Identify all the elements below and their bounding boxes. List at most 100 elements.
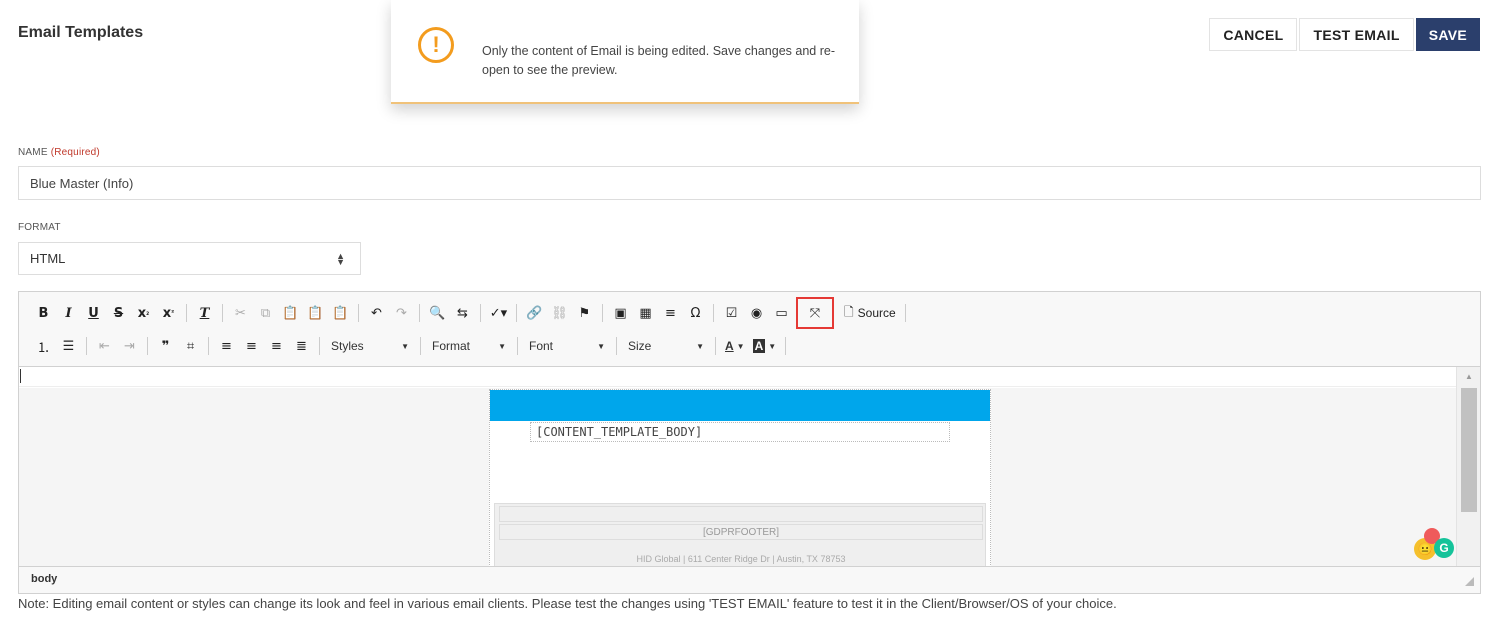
subscript-icon[interactable]: x₂ [131, 302, 156, 324]
toolbar-separator [147, 337, 148, 355]
align-center-icon[interactable]: ≡ [239, 335, 264, 357]
styles-label: Styles [331, 339, 364, 353]
align-left-icon[interactable]: ≡ [214, 335, 239, 357]
cancel-button[interactable]: CANCEL [1209, 18, 1298, 51]
strikethrough-icon[interactable]: S [106, 302, 131, 324]
numbered-list-icon[interactable]: ⒈ [31, 335, 56, 357]
link-icon[interactable]: 🔗 [522, 302, 547, 324]
email-preview: [CONTENT_TEMPLATE_BODY] [GDPRFOOTER] HID… [489, 389, 991, 566]
grammarly-icon[interactable]: G [1434, 538, 1454, 558]
resize-handle-icon[interactable] [1465, 577, 1474, 586]
spellcheck-icon[interactable]: ✓▾ [486, 302, 511, 324]
editor-cursor-line[interactable] [19, 367, 1480, 387]
bold-icon[interactable]: B [31, 302, 56, 324]
editor-statusbar: body [19, 566, 1480, 593]
format-select[interactable]: HTML ▲ ▼ [18, 242, 361, 275]
test-email-button[interactable]: TEST EMAIL [1299, 18, 1414, 51]
source-button[interactable]: 🗋 Source [840, 303, 900, 324]
source-label: Source [857, 306, 896, 320]
scroll-up-icon[interactable]: ▲ [1465, 372, 1473, 381]
caret-down-icon: ▼ [498, 341, 506, 351]
toolbar-separator [516, 304, 517, 322]
background-color-icon: A [752, 339, 766, 353]
styles-dropdown[interactable]: Styles ▼ [325, 335, 415, 357]
remove-format-icon[interactable]: T [192, 302, 217, 324]
size-dropdown[interactable]: Size ▼ [622, 335, 710, 357]
indent-icon[interactable]: ⇥ [117, 335, 142, 357]
toolbar-separator [186, 304, 187, 322]
document-icon: 🗋 [844, 304, 854, 319]
redo-icon[interactable]: ↷ [389, 302, 414, 324]
copy-icon[interactable]: ⧉ [253, 302, 278, 324]
table-icon[interactable]: ▦ [633, 302, 658, 324]
required-marker: (Required) [50, 147, 100, 158]
exclamation-circle-icon: ! [418, 27, 454, 63]
cut-icon[interactable]: ✂ [228, 302, 253, 324]
underline-icon[interactable]: U [81, 302, 106, 324]
replace-icon[interactable]: ⇆ [450, 302, 475, 324]
textfield-icon[interactable]: ▭ [769, 302, 794, 324]
toolbar-separator [517, 337, 518, 355]
toolbar-separator [785, 337, 787, 355]
editor-toolbar: B I U S x₂ x² T ✂ ⧉ 📋 📋 📋 ↶ ↷ 🔍 ⇆ ✓▾ 🔗 ⛓ [19, 292, 1480, 367]
paste-icon[interactable]: 📋 [278, 302, 303, 324]
page-title: Email Templates [18, 24, 144, 41]
element-path[interactable]: body [31, 573, 57, 585]
align-right-icon[interactable]: ≡ [264, 335, 289, 357]
unlink-icon[interactable]: ⛓ [547, 302, 572, 324]
toolbar-separator [86, 337, 87, 355]
superscript-icon[interactable]: x² [156, 302, 181, 324]
bulleted-list-icon[interactable]: ☰ [56, 335, 81, 357]
toolbar-separator [419, 304, 420, 322]
background-color-button[interactable]: A ▼ [749, 339, 781, 353]
toolbar-separator [420, 337, 421, 355]
image-icon[interactable]: ▣ [608, 302, 633, 324]
toolbar-row-1: B I U S x₂ x² T ✂ ⧉ 📋 📋 📋 ↶ ↷ 🔍 ⇆ ✓▾ 🔗 ⛓ [31, 297, 1472, 329]
caret-down-icon: ▼ [401, 341, 409, 351]
radio-icon[interactable]: ◉ [744, 302, 769, 324]
caret-down-icon: ▼ [696, 341, 704, 351]
toast-message: Only the content of Email is being edite… [482, 44, 835, 77]
text-color-button[interactable]: A ▼ [721, 339, 749, 353]
horizontal-line-icon[interactable]: ≡ [658, 302, 683, 324]
find-icon[interactable]: 🔍 [425, 302, 450, 324]
anchor-flag-icon[interactable]: ⚑ [572, 302, 597, 324]
div-container-icon[interactable]: ⌗ [178, 335, 203, 357]
paste-word-icon[interactable]: 📋 [328, 302, 353, 324]
italic-icon[interactable]: I [56, 302, 81, 324]
email-header-bar [490, 390, 990, 421]
align-justify-icon[interactable]: ≣ [289, 335, 314, 357]
toolbar-row-2: ⒈ ☰ ⇤ ⇥ ❞ ⌗ ≡ ≡ ≡ ≣ Styles ▼ Format ▼ Font… [31, 334, 1472, 358]
caret-down-icon: ▼ [597, 341, 605, 351]
name-input[interactable]: Blue Master (Info) [18, 166, 1481, 200]
font-dropdown[interactable]: Font ▼ [523, 335, 611, 357]
format-dropdown[interactable]: Format ▼ [426, 335, 512, 357]
name-label-text: NAME [18, 147, 48, 158]
checkbox-icon[interactable]: ☑ [719, 302, 744, 324]
toolbar-separator [616, 337, 617, 355]
text-color-icon: A [725, 339, 734, 353]
toolbar-separator [715, 337, 716, 355]
editor-content-area[interactable]: [CONTENT_TEMPLATE_BODY] [GDPRFOOTER] HID… [19, 388, 1480, 566]
maximize-icon[interactable]: ⤧ [796, 297, 834, 329]
editor-scrollbar[interactable]: ▲ [1456, 367, 1480, 566]
scroll-thumb[interactable] [1461, 388, 1477, 512]
toolbar-separator [319, 337, 320, 355]
paste-text-icon[interactable]: 📋 [303, 302, 328, 324]
toolbar-separator [358, 304, 359, 322]
gdpr-footer: [GDPRFOOTER] [499, 524, 983, 540]
toolbar-separator [713, 304, 714, 322]
rich-text-editor: B I U S x₂ x² T ✂ ⧉ 📋 📋 📋 ↶ ↷ 🔍 ⇆ ✓▾ 🔗 ⛓ [18, 291, 1481, 594]
special-char-icon[interactable]: Ω [683, 302, 708, 324]
undo-icon[interactable]: ↶ [364, 302, 389, 324]
outdent-icon[interactable]: ⇤ [92, 335, 117, 357]
top-actions: CANCEL TEST EMAIL SAVE [1209, 18, 1480, 51]
format-dropdown-label: Format [432, 339, 471, 353]
blockquote-icon[interactable]: ❞ [153, 335, 178, 357]
size-label: Size [628, 339, 652, 353]
format-label: FORMAT [18, 222, 61, 233]
caret-down-icon: ▼ [768, 341, 777, 351]
save-button[interactable]: SAVE [1415, 18, 1480, 51]
content-template-body[interactable]: [CONTENT_TEMPLATE_BODY] [530, 422, 950, 442]
text-caret [20, 369, 21, 383]
